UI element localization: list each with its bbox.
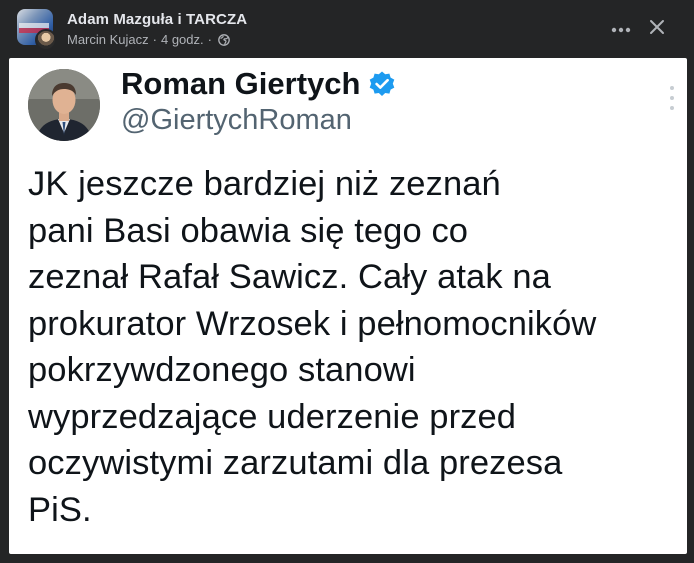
close-icon xyxy=(649,19,665,40)
tweet-body-text: JK jeszcze bardziej niż zeznań pani Basi… xyxy=(28,165,597,529)
post-meta: Marcin Kujacz · 4 godz. · xyxy=(67,32,230,47)
meta-separator-2: · xyxy=(207,32,212,47)
post-timestamp[interactable]: 4 godz. xyxy=(161,32,204,47)
author-avatar[interactable] xyxy=(35,29,57,51)
tweet-profile-photo xyxy=(28,69,100,141)
more-vertical-icon xyxy=(669,86,675,110)
more-options-button[interactable] xyxy=(606,14,636,44)
close-button[interactable] xyxy=(642,14,672,44)
page-name-link[interactable]: Adam Mazguła i TARCZA xyxy=(67,11,247,28)
post-header: Adam Mazguła i TARCZA Marcin Kujacz · 4 … xyxy=(0,0,694,58)
post-avatar-group[interactable] xyxy=(17,9,57,51)
more-horizontal-icon xyxy=(611,20,631,38)
author-name-link[interactable]: Marcin Kujacz xyxy=(67,32,149,47)
verified-badge-icon xyxy=(368,70,396,98)
globe-icon[interactable] xyxy=(218,33,230,46)
tweet-screenshot-image[interactable]: Roman Giertych @GiertychRoman JK jeszcze… xyxy=(9,58,687,554)
tweet-display-name: Roman Giertych xyxy=(121,66,396,102)
meta-separator: · xyxy=(152,32,157,47)
tweet-handle: @GiertychRoman xyxy=(121,104,352,136)
tweet-author-name: Roman Giertych xyxy=(121,66,361,101)
